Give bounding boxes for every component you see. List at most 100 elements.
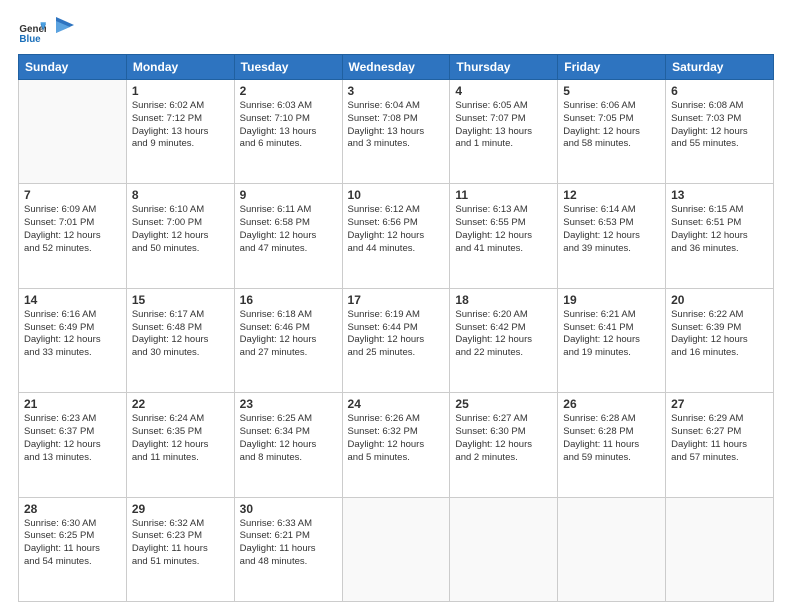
day-number: 18 bbox=[455, 293, 552, 307]
day-cell: 5 Sunrise: 6:06 AMSunset: 7:05 PMDaylight… bbox=[558, 80, 666, 184]
day-info: Sunrise: 6:10 AMSunset: 7:00 PMDaylight:… bbox=[132, 204, 229, 255]
day-cell bbox=[666, 497, 774, 601]
day-number: 30 bbox=[240, 502, 337, 516]
day-cell: 3 Sunrise: 6:04 AMSunset: 7:08 PMDaylight… bbox=[342, 80, 450, 184]
day-number: 7 bbox=[24, 188, 121, 202]
column-header-friday: Friday bbox=[558, 55, 666, 80]
day-number: 23 bbox=[240, 397, 337, 411]
day-number: 12 bbox=[563, 188, 660, 202]
day-info: Sunrise: 6:13 AMSunset: 6:55 PMDaylight:… bbox=[455, 204, 552, 255]
day-info: Sunrise: 6:23 AMSunset: 6:37 PMDaylight:… bbox=[24, 413, 121, 464]
column-header-monday: Monday bbox=[126, 55, 234, 80]
svg-text:Blue: Blue bbox=[19, 34, 41, 45]
day-info: Sunrise: 6:25 AMSunset: 6:34 PMDaylight:… bbox=[240, 413, 337, 464]
week-row-3: 14 Sunrise: 6:16 AMSunset: 6:49 PMDayligh… bbox=[19, 288, 774, 392]
day-cell bbox=[19, 80, 127, 184]
day-cell: 28Sunrise: 6:30 AMSunset: 6:25 PMDayligh… bbox=[19, 497, 127, 601]
week-row-1: 1 Sunrise: 6:02 AMSunset: 7:12 PMDaylight… bbox=[19, 80, 774, 184]
day-cell: 26 Sunrise: 6:28 AMSunset: 6:28 PMDayligh… bbox=[558, 393, 666, 497]
day-info: Sunrise: 6:27 AMSunset: 6:30 PMDaylight:… bbox=[455, 413, 552, 464]
day-cell bbox=[558, 497, 666, 601]
day-info: Sunrise: 6:20 AMSunset: 6:42 PMDaylight:… bbox=[455, 309, 552, 360]
day-number: 15 bbox=[132, 293, 229, 307]
day-info: Sunrise: 6:33 AMSunset: 6:21 PMDaylight:… bbox=[240, 518, 337, 569]
day-cell: 23 Sunrise: 6:25 AMSunset: 6:34 PMDayligh… bbox=[234, 393, 342, 497]
day-number: 2 bbox=[240, 84, 337, 98]
day-number: 3 bbox=[348, 84, 445, 98]
day-cell: 30 Sunrise: 6:33 AMSunset: 6:21 PMDayligh… bbox=[234, 497, 342, 601]
day-info: Sunrise: 6:08 AMSunset: 7:03 PMDaylight:… bbox=[671, 100, 768, 151]
column-header-wednesday: Wednesday bbox=[342, 55, 450, 80]
day-info: Sunrise: 6:06 AMSunset: 7:05 PMDaylight:… bbox=[563, 100, 660, 151]
day-cell: 24 Sunrise: 6:26 AMSunset: 6:32 PMDayligh… bbox=[342, 393, 450, 497]
day-cell: 25 Sunrise: 6:27 AMSunset: 6:30 PMDayligh… bbox=[450, 393, 558, 497]
day-cell: 12 Sunrise: 6:14 AMSunset: 6:53 PMDayligh… bbox=[558, 184, 666, 288]
day-cell: 19 Sunrise: 6:21 AMSunset: 6:41 PMDayligh… bbox=[558, 288, 666, 392]
day-info: Sunrise: 6:30 AMSunset: 6:25 PMDaylight:… bbox=[24, 518, 121, 569]
day-info: Sunrise: 6:03 AMSunset: 7:10 PMDaylight:… bbox=[240, 100, 337, 151]
day-number: 6 bbox=[671, 84, 768, 98]
day-cell: 13Sunrise: 6:15 AMSunset: 6:51 PMDayligh… bbox=[666, 184, 774, 288]
day-cell: 21 Sunrise: 6:23 AMSunset: 6:37 PMDayligh… bbox=[19, 393, 127, 497]
day-info: Sunrise: 6:04 AMSunset: 7:08 PMDaylight:… bbox=[348, 100, 445, 151]
day-info: Sunrise: 6:02 AMSunset: 7:12 PMDaylight:… bbox=[132, 100, 229, 151]
day-number: 26 bbox=[563, 397, 660, 411]
week-row-2: 7Sunrise: 6:09 AMSunset: 7:01 PMDaylight… bbox=[19, 184, 774, 288]
day-info: Sunrise: 6:11 AMSunset: 6:58 PMDaylight:… bbox=[240, 204, 337, 255]
day-number: 4 bbox=[455, 84, 552, 98]
logo: General Blue bbox=[18, 18, 74, 46]
logo-triangle bbox=[56, 17, 74, 39]
day-cell: 9 Sunrise: 6:11 AMSunset: 6:58 PMDaylight… bbox=[234, 184, 342, 288]
day-cell: 16 Sunrise: 6:18 AMSunset: 6:46 PMDayligh… bbox=[234, 288, 342, 392]
day-cell: 22 Sunrise: 6:24 AMSunset: 6:35 PMDayligh… bbox=[126, 393, 234, 497]
column-header-saturday: Saturday bbox=[666, 55, 774, 80]
day-info: Sunrise: 6:21 AMSunset: 6:41 PMDaylight:… bbox=[563, 309, 660, 360]
day-number: 24 bbox=[348, 397, 445, 411]
week-row-4: 21 Sunrise: 6:23 AMSunset: 6:37 PMDayligh… bbox=[19, 393, 774, 497]
day-info: Sunrise: 6:12 AMSunset: 6:56 PMDaylight:… bbox=[348, 204, 445, 255]
day-cell: 4 Sunrise: 6:05 AMSunset: 7:07 PMDaylight… bbox=[450, 80, 558, 184]
day-number: 27 bbox=[671, 397, 768, 411]
day-info: Sunrise: 6:14 AMSunset: 6:53 PMDaylight:… bbox=[563, 204, 660, 255]
day-info: Sunrise: 6:22 AMSunset: 6:39 PMDaylight:… bbox=[671, 309, 768, 360]
day-cell: 8Sunrise: 6:10 AMSunset: 7:00 PMDaylight… bbox=[126, 184, 234, 288]
day-number: 11 bbox=[455, 188, 552, 202]
day-cell bbox=[450, 497, 558, 601]
day-cell: 10 Sunrise: 6:12 AMSunset: 6:56 PMDayligh… bbox=[342, 184, 450, 288]
day-cell: 7Sunrise: 6:09 AMSunset: 7:01 PMDaylight… bbox=[19, 184, 127, 288]
day-number: 21 bbox=[24, 397, 121, 411]
day-cell: 29 Sunrise: 6:32 AMSunset: 6:23 PMDayligh… bbox=[126, 497, 234, 601]
day-number: 9 bbox=[240, 188, 337, 202]
day-info: Sunrise: 6:32 AMSunset: 6:23 PMDaylight:… bbox=[132, 518, 229, 569]
day-info: Sunrise: 6:19 AMSunset: 6:44 PMDaylight:… bbox=[348, 309, 445, 360]
day-number: 16 bbox=[240, 293, 337, 307]
day-number: 1 bbox=[132, 84, 229, 98]
calendar: SundayMondayTuesdayWednesdayThursdayFrid… bbox=[18, 54, 774, 602]
page-header: General Blue bbox=[18, 18, 774, 46]
day-info: Sunrise: 6:16 AMSunset: 6:49 PMDaylight:… bbox=[24, 309, 121, 360]
day-info: Sunrise: 6:17 AMSunset: 6:48 PMDaylight:… bbox=[132, 309, 229, 360]
day-number: 14 bbox=[24, 293, 121, 307]
day-cell: 27 Sunrise: 6:29 AMSunset: 6:27 PMDayligh… bbox=[666, 393, 774, 497]
day-cell: 18 Sunrise: 6:20 AMSunset: 6:42 PMDayligh… bbox=[450, 288, 558, 392]
column-header-sunday: Sunday bbox=[19, 55, 127, 80]
day-number: 29 bbox=[132, 502, 229, 516]
day-number: 13 bbox=[671, 188, 768, 202]
day-info: Sunrise: 6:18 AMSunset: 6:46 PMDaylight:… bbox=[240, 309, 337, 360]
day-number: 22 bbox=[132, 397, 229, 411]
day-info: Sunrise: 6:28 AMSunset: 6:28 PMDaylight:… bbox=[563, 413, 660, 464]
day-number: 19 bbox=[563, 293, 660, 307]
day-cell bbox=[342, 497, 450, 601]
day-info: Sunrise: 6:29 AMSunset: 6:27 PMDaylight:… bbox=[671, 413, 768, 464]
day-cell: 1 Sunrise: 6:02 AMSunset: 7:12 PMDaylight… bbox=[126, 80, 234, 184]
logo-icon: General Blue bbox=[18, 18, 46, 46]
day-cell: 14 Sunrise: 6:16 AMSunset: 6:49 PMDayligh… bbox=[19, 288, 127, 392]
day-number: 25 bbox=[455, 397, 552, 411]
day-info: Sunrise: 6:05 AMSunset: 7:07 PMDaylight:… bbox=[455, 100, 552, 151]
day-info: Sunrise: 6:26 AMSunset: 6:32 PMDaylight:… bbox=[348, 413, 445, 464]
day-number: 17 bbox=[348, 293, 445, 307]
day-number: 10 bbox=[348, 188, 445, 202]
day-number: 20 bbox=[671, 293, 768, 307]
day-info: Sunrise: 6:24 AMSunset: 6:35 PMDaylight:… bbox=[132, 413, 229, 464]
day-number: 5 bbox=[563, 84, 660, 98]
